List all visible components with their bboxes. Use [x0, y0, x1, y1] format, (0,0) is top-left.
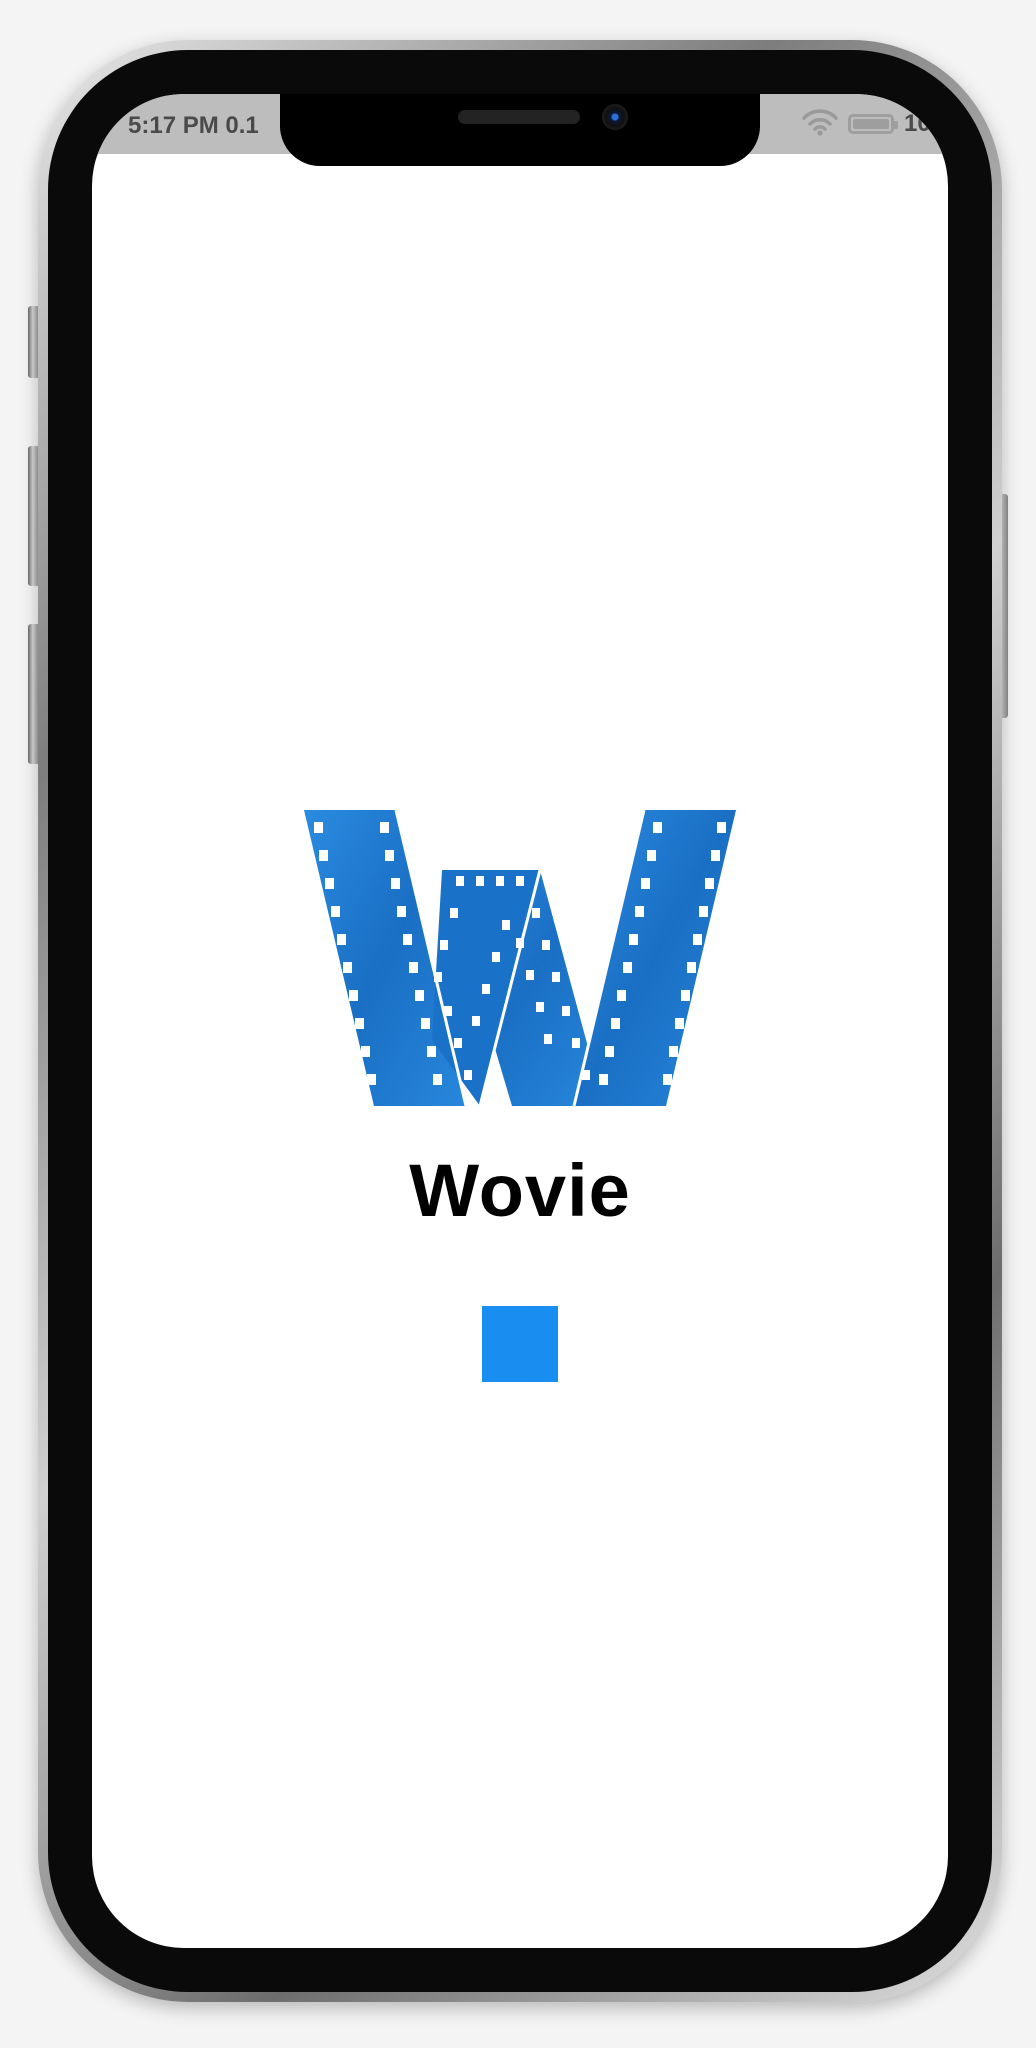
speaker-grille: [458, 110, 580, 124]
app-title: Wovie: [409, 1149, 631, 1232]
wovie-logo-icon: [304, 809, 736, 1107]
battery-percent: 100: [904, 110, 945, 137]
notch: [280, 94, 760, 166]
loading-indicator: [482, 1306, 558, 1382]
battery-icon: [848, 114, 898, 134]
status-icons: 100: [802, 108, 948, 140]
front-camera: [602, 104, 628, 130]
wifi-icon: [802, 108, 838, 141]
status-time: 5:17 PM 0.1: [128, 112, 259, 139]
device-mockup: 5:17 PM 0.1 100 Wovie: [0, 0, 1036, 2048]
app-screen: 5:17 PM 0.1 100 Wovie: [92, 94, 948, 1948]
